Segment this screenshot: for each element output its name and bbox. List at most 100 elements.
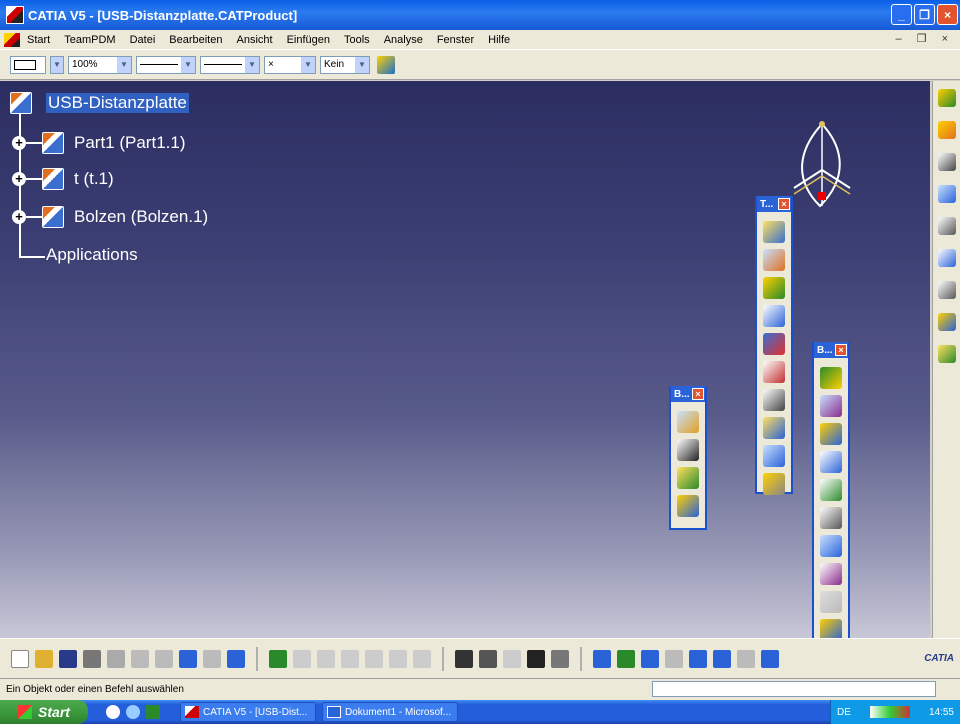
- sectioning-icon[interactable]: [413, 649, 431, 668]
- search-icon[interactable]: [937, 153, 956, 171]
- view-mode-icon[interactable]: [761, 649, 779, 668]
- menu-datei[interactable]: Datei: [123, 34, 163, 46]
- tray-icons[interactable]: [869, 706, 910, 718]
- ie-icon[interactable]: [126, 705, 140, 719]
- close-button[interactable]: ×: [937, 4, 958, 25]
- menu-einfuegen[interactable]: Einfügen: [280, 34, 337, 46]
- undo-icon[interactable]: [179, 649, 197, 668]
- explode-icon[interactable]: [677, 467, 699, 489]
- zoom-in-icon[interactable]: [689, 649, 707, 668]
- flexible-rigid-icon[interactable]: [820, 563, 842, 585]
- manage-representations-icon[interactable]: [763, 445, 785, 467]
- coincidence-constraint-icon[interactable]: [820, 367, 842, 389]
- change-constraint-icon[interactable]: [820, 591, 842, 613]
- expand-icon[interactable]: +: [12, 210, 26, 224]
- tree-item[interactable]: + Bolzen (Bolzen.1): [12, 206, 208, 228]
- cube-icon[interactable]: [937, 185, 956, 203]
- paste-icon[interactable]: [155, 649, 173, 668]
- quick-constraint-icon[interactable]: [820, 535, 842, 557]
- redo-icon[interactable]: [203, 649, 221, 668]
- tree-item[interactable]: + t (t.1): [12, 168, 114, 190]
- expand-icon[interactable]: +: [12, 136, 26, 150]
- tree-view-icon[interactable]: [551, 649, 569, 668]
- component-icon[interactable]: [763, 221, 785, 243]
- measure-inertia-icon[interactable]: [389, 649, 407, 668]
- tree-root[interactable]: USB-Distanzplatte: [10, 92, 189, 114]
- copy-icon[interactable]: [131, 649, 149, 668]
- catalog-icon[interactable]: [937, 345, 956, 363]
- panel-header[interactable]: B... ×: [814, 342, 848, 358]
- layer-combo[interactable]: Kein ▼: [320, 55, 370, 74]
- scene-icon[interactable]: [937, 313, 956, 331]
- menu-fenster[interactable]: Fenster: [430, 34, 481, 46]
- fix-component-icon[interactable]: [820, 479, 842, 501]
- menu-analyse[interactable]: Analyse: [377, 34, 430, 46]
- selective-load-icon[interactable]: [763, 417, 785, 439]
- menu-teampdm[interactable]: TeamPDM: [57, 34, 122, 46]
- existing-component-icon[interactable]: [763, 305, 785, 327]
- quicklaunch-icon[interactable]: [106, 705, 120, 719]
- print-icon[interactable]: [83, 649, 101, 668]
- floating-toolbar-b1[interactable]: B... ×: [669, 386, 707, 530]
- graph-tree-icon[interactable]: [763, 361, 785, 383]
- text-annotation-icon[interactable]: [937, 249, 956, 267]
- fly-mode-icon[interactable]: [593, 649, 611, 668]
- menu-start[interactable]: Start: [20, 34, 57, 46]
- section-icon[interactable]: [293, 649, 311, 668]
- measure-icon[interactable]: [937, 217, 956, 235]
- menu-bearbeiten[interactable]: Bearbeiten: [162, 34, 229, 46]
- tree-item-label[interactable]: Part1 (Part1.1): [74, 133, 186, 153]
- zoom-out-icon[interactable]: [713, 649, 731, 668]
- select-arrow-icon[interactable]: [937, 121, 956, 139]
- space-analysis-icon[interactable]: [341, 649, 359, 668]
- fill-color-combo[interactable]: [10, 55, 46, 74]
- line-thickness-combo[interactable]: ▼: [136, 55, 196, 74]
- help-icon[interactable]: [227, 649, 245, 668]
- tree-item[interactable]: + Part1 (Part1.1): [12, 132, 186, 154]
- command-input[interactable]: [652, 681, 936, 697]
- language-indicator[interactable]: DE: [837, 707, 851, 718]
- manipulation-icon[interactable]: [677, 411, 699, 433]
- fix-together-icon[interactable]: [820, 507, 842, 529]
- numbering-icon[interactable]: [763, 389, 785, 411]
- knowledge-icon[interactable]: [479, 649, 497, 668]
- tree-applications-label[interactable]: Applications: [46, 245, 138, 265]
- new-file-icon[interactable]: [11, 649, 29, 668]
- product-icon[interactable]: [763, 249, 785, 271]
- pan-icon[interactable]: [641, 649, 659, 668]
- rotate-icon[interactable]: [665, 649, 683, 668]
- panel-header[interactable]: T... ×: [757, 196, 791, 212]
- clash-icon[interactable]: [317, 649, 335, 668]
- restore-button[interactable]: ❐: [914, 4, 935, 25]
- formula-icon[interactable]: [455, 649, 473, 668]
- desktop-icon[interactable]: [146, 705, 160, 719]
- line-type-combo[interactable]: ▼: [200, 55, 260, 74]
- tree-item-label[interactable]: t (t.1): [74, 169, 114, 189]
- start-button[interactable]: Start: [0, 700, 88, 724]
- tree-applications[interactable]: Applications: [46, 245, 138, 265]
- minimize-button[interactable]: _: [891, 4, 912, 25]
- taskbar-item-catia[interactable]: CATIA V5 - [USB-Dist...: [180, 702, 316, 722]
- update-icon[interactable]: [269, 649, 287, 668]
- transparency-combo[interactable]: 100% ▼: [68, 55, 132, 74]
- angle-constraint-icon[interactable]: [820, 451, 842, 473]
- snap-icon[interactable]: [677, 439, 699, 461]
- info-icon[interactable]: [503, 649, 521, 668]
- floating-toolbar-t[interactable]: T... ×: [755, 196, 793, 495]
- distance-icon[interactable]: [365, 649, 383, 668]
- floating-toolbar-b2[interactable]: B... ×: [812, 342, 850, 641]
- mdi-controls[interactable]: ‒ ❐ ×: [895, 32, 954, 45]
- flag-note-icon[interactable]: [937, 281, 956, 299]
- normal-view-icon[interactable]: [737, 649, 755, 668]
- cut-icon[interactable]: [107, 649, 125, 668]
- save-icon[interactable]: [59, 649, 77, 668]
- replace-component-icon[interactable]: [763, 333, 785, 355]
- tree-root-label[interactable]: USB-Distanzplatte: [46, 93, 189, 113]
- offset-constraint-icon[interactable]: [820, 423, 842, 445]
- taskbar-item-word[interactable]: Dokument1 - Microsof...: [322, 702, 458, 722]
- multi-instantiation-icon[interactable]: [763, 473, 785, 495]
- table-icon[interactable]: [527, 649, 545, 668]
- painter-icon[interactable]: [377, 55, 395, 74]
- close-icon[interactable]: ×: [692, 388, 704, 400]
- menu-tools[interactable]: Tools: [337, 34, 377, 46]
